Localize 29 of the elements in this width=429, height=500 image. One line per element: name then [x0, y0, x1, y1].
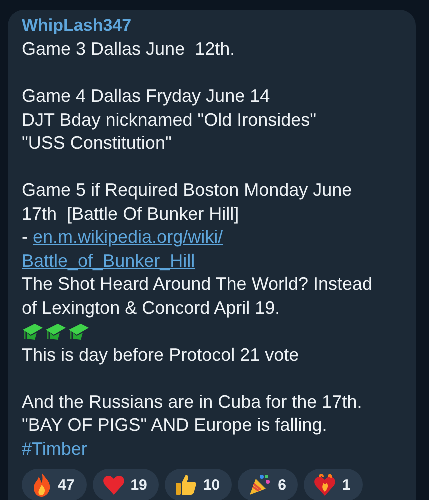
message-text: Game 4 Dallas Fryday June 14 — [22, 85, 272, 108]
message-text: The Shot Heard Around The World? Instead — [22, 273, 374, 296]
graduation-cap-icon — [45, 322, 67, 342]
burning-heart-icon — [314, 474, 336, 496]
fire-icon — [32, 473, 52, 497]
reaction-button[interactable]: 10 — [165, 469, 232, 500]
hashtag-link[interactable]: #Timber — [22, 438, 88, 458]
message-text: of Lexington & Concord April 19. — [22, 296, 282, 320]
reaction-button[interactable]: 6 — [238, 469, 298, 500]
message-text: This is day before Protocol 21 vote — [22, 344, 300, 367]
dash-text: - — [22, 227, 29, 247]
link[interactable]: en.m.wikipedia.org/wiki/ — [33, 227, 224, 247]
message-text: Game 5 if Required Boston Monday June — [22, 179, 354, 202]
link[interactable]: Battle_of_Bunker_Hill — [22, 250, 196, 270]
author-name[interactable]: WhipLash347 — [22, 15, 406, 37]
message-text: And the Russians are in Cuba for the 17th. — [22, 390, 364, 414]
message-text: Game 3 Dallas June 12th. — [22, 38, 236, 61]
reaction-button[interactable]: 47 — [22, 469, 87, 500]
message-text: "BAY OF PIGS" AND Europe is falling. — [22, 414, 328, 437]
graduation-cap-icon — [68, 322, 90, 342]
message-text: "USS Constitution" — [22, 132, 173, 155]
reaction-button[interactable]: 1 — [304, 469, 363, 500]
thumbs-up-icon — [175, 474, 198, 496]
graduation-cap-icon — [22, 322, 44, 342]
message-text: DJT Bday nicknamed "Old Ironsides" — [22, 108, 318, 132]
message-text: 17th [Battle Of Bunker Hill] — [22, 202, 240, 226]
heart-icon — [102, 475, 125, 495]
reaction-button[interactable]: 19 — [92, 469, 160, 500]
party-popper-icon — [248, 473, 272, 497]
